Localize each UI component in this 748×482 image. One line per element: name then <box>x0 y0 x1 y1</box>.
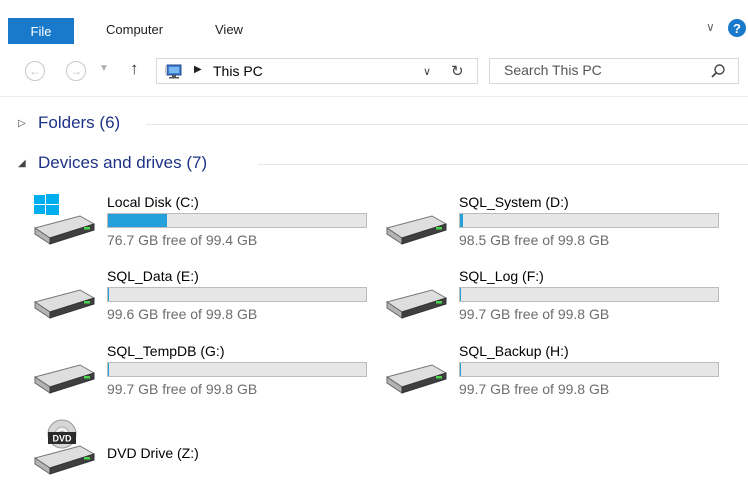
dvd-drive-icon: DVD <box>33 419 96 475</box>
ribbon-tab-bar: File Computer View ∨ ? <box>0 0 748 46</box>
search-box[interactable] <box>489 58 739 84</box>
drive-free-space: 76.7 GB free of 99.4 GB <box>107 232 258 248</box>
drive-usage-bar <box>107 213 367 228</box>
drive-item-g[interactable]: SQL_TempDB (G:) 99.7 GB free of 99.8 GB <box>32 343 392 403</box>
hard-drive-icon <box>33 289 96 319</box>
drive-free-space: 99.7 GB free of 99.8 GB <box>459 306 610 322</box>
search-input[interactable] <box>504 62 704 78</box>
drive-free-space: 98.5 GB free of 99.8 GB <box>459 232 610 248</box>
address-bar[interactable]: ▶ This PC ∨ ↻ <box>156 58 478 84</box>
navigation-bar: ← → ▼ ↑ ▶ This PC ∨ ↻ <box>0 50 748 90</box>
tab-file[interactable]: File <box>8 18 74 44</box>
help-icon[interactable]: ? <box>728 19 746 37</box>
drive-free-space: 99.7 GB free of 99.8 GB <box>107 381 258 397</box>
drive-name: SQL_Backup (H:) <box>459 343 569 359</box>
drive-usage-bar <box>107 287 367 302</box>
devices-group-title: Devices and drives (7) <box>38 153 208 172</box>
hard-drive-icon <box>385 215 448 245</box>
drive-usage-bar <box>459 287 719 302</box>
search-icon[interactable] <box>710 63 726 79</box>
recent-locations-chevron-icon[interactable]: ▼ <box>99 63 109 74</box>
tab-computer[interactable]: Computer <box>106 22 163 37</box>
forward-button[interactable]: → <box>66 61 86 81</box>
drive-usage-fill <box>108 214 167 227</box>
group-divider-line <box>146 124 748 125</box>
hard-drive-icon <box>385 289 448 319</box>
toolbar-divider <box>0 96 748 97</box>
drive-name: SQL_Log (F:) <box>459 268 544 284</box>
this-pc-icon <box>165 64 182 79</box>
breadcrumb-separator-icon[interactable]: ▶ <box>194 64 202 75</box>
drive-free-space: 99.6 GB free of 99.8 GB <box>107 306 258 322</box>
drive-usage-bar <box>107 362 367 377</box>
drive-item-h[interactable]: SQL_Backup (H:) 99.7 GB free of 99.8 GB <box>384 343 744 403</box>
drive-free-space: 99.7 GB free of 99.8 GB <box>459 381 610 397</box>
drive-name: SQL_System (D:) <box>459 194 569 210</box>
drive-name: SQL_Data (E:) <box>107 268 199 284</box>
drive-usage-bar <box>459 213 719 228</box>
drive-usage-fill <box>108 288 109 301</box>
drive-name: DVD Drive (Z:) <box>107 445 199 461</box>
drive-usage-fill <box>460 214 464 227</box>
devices-group-header[interactable]: ◢ Devices and drives (7) <box>18 153 207 173</box>
up-arrow-button[interactable]: ↑ <box>130 59 139 79</box>
drive-item-d[interactable]: SQL_System (D:) 98.5 GB free of 99.8 GB <box>384 194 744 254</box>
breadcrumb-this-pc[interactable]: This PC <box>213 63 263 79</box>
expand-ribbon-chevron-icon[interactable]: ∨ <box>706 20 715 34</box>
drive-usage-bar <box>459 362 719 377</box>
drive-item-e[interactable]: SQL_Data (E:) 99.6 GB free of 99.8 GB <box>32 268 392 328</box>
tab-view[interactable]: View <box>215 22 243 37</box>
drive-name: Local Disk (C:) <box>107 194 199 210</box>
drive-name: SQL_TempDB (G:) <box>107 343 225 359</box>
folders-group-title: Folders (6) <box>38 113 121 132</box>
drive-item-c[interactable]: Local Disk (C:) 76.7 GB free of 99.4 GB <box>32 194 392 254</box>
windows-drive-icon <box>33 194 96 245</box>
back-button[interactable]: ← <box>25 61 45 81</box>
hard-drive-icon <box>33 364 96 394</box>
drive-item-f[interactable]: SQL_Log (F:) 99.7 GB free of 99.8 GB <box>384 268 744 328</box>
expanded-arrow-icon[interactable]: ◢ <box>18 158 32 169</box>
group-divider-line <box>258 164 748 165</box>
hard-drive-icon <box>385 364 448 394</box>
drive-item-z[interactable]: DVD DVD Drive (Z:) <box>32 418 392 478</box>
collapsed-arrow-icon[interactable]: ▷ <box>18 118 32 129</box>
folders-group-header[interactable]: ▷ Folders (6) <box>18 113 120 133</box>
svg-text:DVD: DVD <box>52 434 72 444</box>
refresh-icon[interactable]: ↻ <box>451 62 464 80</box>
address-dropdown-icon[interactable]: ∨ <box>423 65 431 78</box>
